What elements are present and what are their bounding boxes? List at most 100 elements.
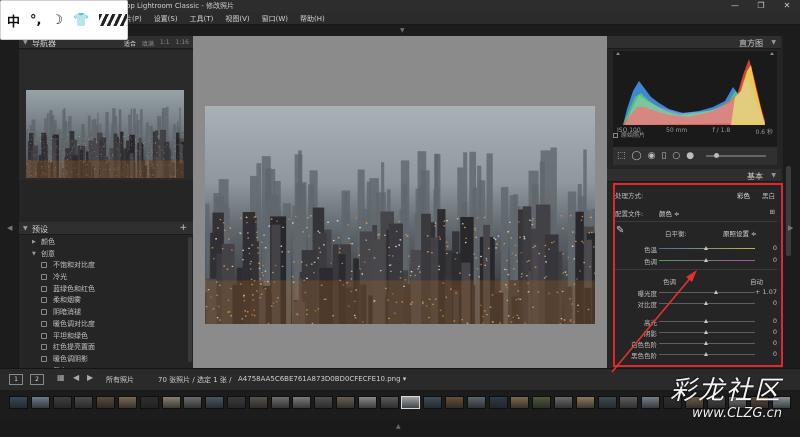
blacks-slider-row[interactable]: 黑色色阶 0 [615,349,777,360]
preset-item[interactable]: 不饱和对比度 [19,260,193,272]
zoom-fill[interactable]: 填满 [142,39,154,48]
exposure-knob[interactable] [714,290,718,294]
monitor-2-button[interactable]: 2 [30,374,44,385]
wb-select[interactable]: 原照设置 ≑ [723,228,757,238]
tint-value[interactable]: 0 [773,256,777,264]
maximize-button[interactable]: ❐ [748,0,774,12]
filmstrip-thumbnail[interactable] [270,396,290,409]
chevron-down-icon[interactable]: ▼ [32,251,36,257]
menu-help[interactable]: 帮助(H) [300,14,325,24]
temp-value[interactable]: 0 [773,244,777,252]
histogram-header[interactable]: 直方图 ▼ [607,36,781,49]
filmstrip-thumbnail[interactable] [401,396,421,409]
temp-slider-row[interactable]: 色温 0 [615,243,777,254]
forward-arrow-icon[interactable]: ▶ [87,373,93,382]
right-panel-toggle[interactable]: ▶ [783,36,800,368]
whites-slider-row[interactable]: 白色色阶 0 [615,338,777,349]
brush-tool-icon[interactable]: ● [686,151,694,161]
profile-select[interactable]: 颜色 ≑ [659,208,680,218]
whites-knob[interactable] [704,341,708,345]
filmstrip-thumbnail[interactable] [379,396,399,409]
filmstrip-thumbnail[interactable] [532,396,552,409]
filmstrip-thumbnail[interactable] [554,396,573,409]
preset-item[interactable]: 暖色调对比度 [19,319,193,331]
treatment-bw[interactable]: 黑白 [762,192,775,200]
filmstrip-thumbnail[interactable] [9,396,28,409]
eyedropper-icon[interactable]: ✎ [616,225,624,236]
filmstrip-thumbnail[interactable] [248,396,268,409]
tint-slider-row[interactable]: 色调 0 [615,255,777,266]
temp-knob[interactable] [704,246,708,250]
photo-canvas[interactable] [193,36,607,368]
checkbox-icon[interactable] [613,133,618,138]
contrast-knob[interactable] [704,301,708,305]
ime-skin-icon[interactable]: 👕 [73,13,89,28]
original-photo-toggle[interactable]: 原始照片 [613,130,645,139]
shadows-knob[interactable] [704,330,708,334]
zoom-1-16[interactable]: 1:16 [176,39,189,48]
filmstrip-thumbnail[interactable] [227,396,246,409]
graduated-filter-icon[interactable]: ▯ [661,151,666,161]
crop-tool-icon[interactable]: ⬚ [617,151,626,161]
preset-item[interactable]: 柔和烟雾 [19,295,193,307]
add-preset-button[interactable]: + [179,223,187,233]
filmstrip-thumbnail[interactable] [292,396,312,409]
blacks-value[interactable]: 0 [773,350,777,358]
presets-header[interactable]: ▼ 预设 + [19,222,193,235]
filmstrip-thumbnail[interactable] [118,396,137,409]
right-scrollbar[interactable] [786,166,791,256]
preset-folder[interactable]: ▼ 创意 [19,249,193,261]
filmstrip-thumbnail[interactable] [183,396,203,409]
filmstrip-thumbnail[interactable] [314,396,334,409]
filmstrip-thumbnail[interactable] [575,396,595,409]
preset-item[interactable]: 暖色调阴影 [19,354,193,366]
highlights-value[interactable]: 0 [773,317,777,325]
ime-chinese-mode[interactable]: 中 [7,11,20,30]
zoom-fit[interactable]: 适合 [124,39,136,48]
monitor-1-button[interactable]: 1 [9,374,23,385]
spot-removal-icon[interactable]: ◯ [632,151,642,161]
filmstrip-thumbnail[interactable] [139,396,159,409]
filmstrip-thumbnail[interactable] [74,396,94,409]
highlights-slider-row[interactable]: 高光 0 [615,316,777,327]
filmstrip-thumbnail[interactable] [488,396,508,409]
close-button[interactable]: ✕ [774,0,800,12]
menu-settings[interactable]: 设置(S) [154,14,178,24]
contrast-slider-row[interactable]: 对比度 0 [615,298,778,309]
ime-grip-icon[interactable] [99,14,127,26]
tool-slider[interactable] [706,153,767,158]
filmstrip-thumbnail[interactable] [357,396,377,409]
treatment-color[interactable]: 彩色 [737,192,750,200]
ime-moon-icon[interactable]: ☽ [51,13,63,28]
profile-browser-icon[interactable]: ⊞ [770,208,775,216]
filmstrip-thumbnail[interactable] [96,396,116,409]
zoom-1-1[interactable]: 1:1 [160,39,170,48]
filmstrip-thumbnail[interactable] [30,396,50,409]
filmstrip-thumbnail[interactable] [597,396,617,409]
filmstrip-thumbnail[interactable] [205,396,225,409]
top-panel-toggle[interactable]: ▼ [128,25,800,35]
menu-view[interactable]: 视图(V) [225,14,249,24]
blacks-knob[interactable] [704,352,708,356]
filmstrip-thumbnail[interactable] [510,396,530,409]
main-photo[interactable] [205,106,595,324]
radial-filter-icon[interactable]: ○ [672,151,680,161]
preset-item[interactable]: 冷光 [19,272,193,284]
whites-value[interactable]: 0 [773,339,777,347]
exposure-value[interactable]: + 1.07 [755,288,777,296]
filmstrip-thumbnail[interactable] [466,396,486,409]
grid-view-icon[interactable]: ▦ [57,373,65,382]
preset-scrollbar[interactable] [188,237,192,362]
auto-button[interactable]: 自动 [750,276,763,286]
ime-toolbar[interactable]: 中 °, ☽ 👕 [0,0,128,40]
preset-item[interactable]: 平坦和绿色 [19,331,193,343]
ime-punctuation[interactable]: °, [30,13,41,28]
preset-item[interactable]: 红色提亮置面 [19,342,193,354]
preset-item[interactable]: 阴暗消褪 [19,307,193,319]
filmstrip-thumbnail[interactable] [336,396,355,409]
minimize-button[interactable]: — [722,0,748,12]
navigator-preview[interactable] [19,50,193,180]
menu-tools[interactable]: 工具(T) [190,14,214,24]
filmstrip-thumbnail[interactable] [161,396,181,409]
red-eye-icon[interactable]: ◉ [648,151,656,161]
